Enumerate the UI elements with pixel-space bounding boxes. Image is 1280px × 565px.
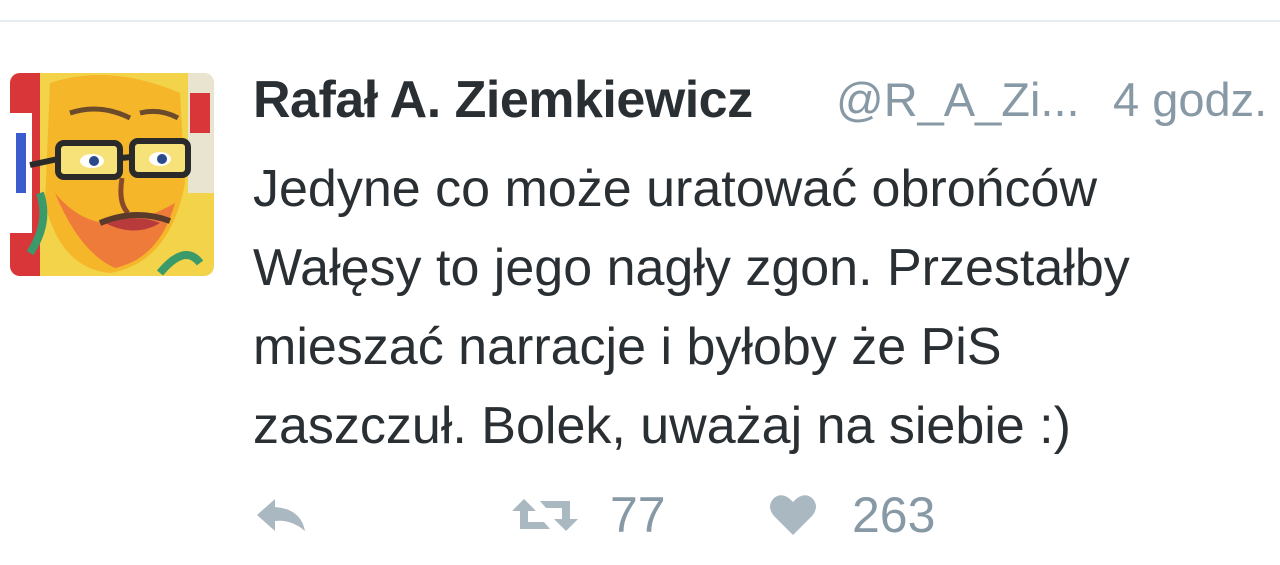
author-handle[interactable]: @R_A_Zi...: [836, 72, 1080, 127]
tweet-text-line: mieszać narracje i byłoby że PiS: [253, 318, 1002, 376]
tweet-text-line: Jedyne co może uratować obrońców: [253, 160, 1098, 218]
tweet-view: Rafał A. Ziemkiewicz @R_A_Zi... 4 godz. …: [0, 0, 1280, 565]
reply-button[interactable]: [253, 480, 309, 550]
like-button[interactable]: 263: [768, 480, 935, 550]
tweet-timestamp[interactable]: 4 godz.: [1113, 72, 1267, 127]
like-count: 263: [852, 487, 936, 543]
retweet-icon: [512, 499, 578, 531]
tweet-text-line: zaszczuł. Bolek, uważaj na siebie :): [253, 397, 1071, 455]
profile-avatar-icon: [10, 73, 214, 276]
retweet-count: 77: [610, 487, 666, 543]
heart-icon: [770, 495, 816, 535]
avatar[interactable]: [10, 73, 214, 276]
top-divider: [0, 20, 1280, 22]
tweet-text-line: Wałęsy to jego nagły zgon. Przestałby: [253, 239, 1130, 297]
tweet-header: Rafał A. Ziemkiewicz @R_A_Zi... 4 godz.: [253, 66, 1280, 136]
tweet-actions: 77 263: [0, 480, 1280, 550]
reply-icon: [257, 499, 305, 531]
author-display-name[interactable]: Rafał A. Ziemkiewicz: [253, 70, 753, 130]
retweet-button[interactable]: 77: [510, 480, 666, 550]
tweet-text: Jedyne co może uratować obrońców Wałęsy …: [253, 150, 1273, 466]
